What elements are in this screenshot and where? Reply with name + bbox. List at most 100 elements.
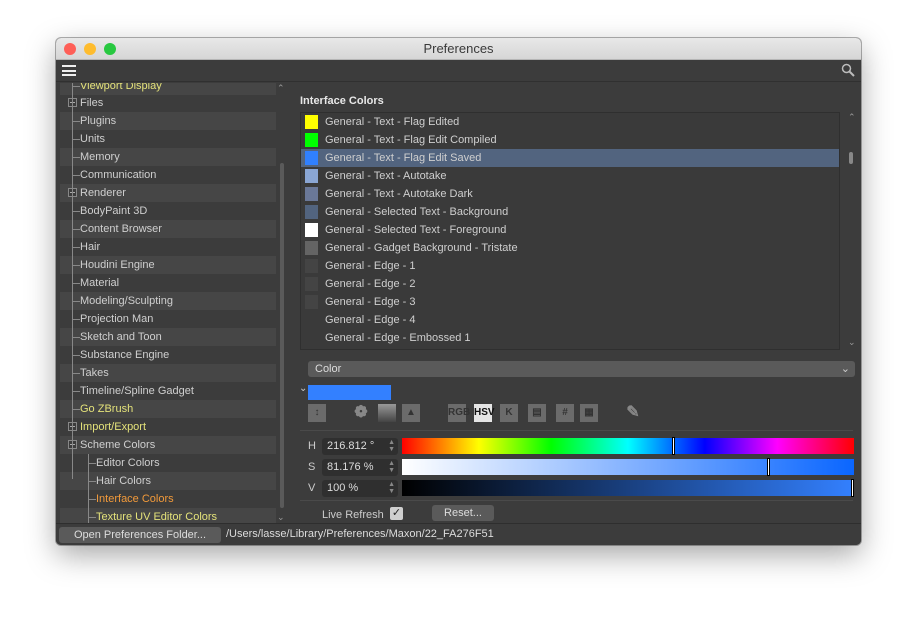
interface-colors-panel: Interface Colors General - Text - Flag E… — [296, 83, 861, 523]
color-preview[interactable] — [308, 385, 391, 400]
color-swatch — [305, 259, 318, 273]
open-preferences-folder-button[interactable]: Open Preferences Folder... — [59, 527, 221, 543]
mode-hex-button[interactable]: # — [556, 404, 574, 422]
tree-item-label: Renderer — [80, 187, 126, 199]
tree-item[interactable]: Hair — [60, 238, 276, 256]
tree-item-label: Plugins — [80, 115, 117, 127]
value-slider-handle[interactable] — [851, 479, 854, 497]
eyedropper-icon[interactable]: ✎ — [624, 404, 642, 422]
color-swatch — [305, 331, 318, 345]
search-icon[interactable] — [841, 63, 855, 77]
color-list-item[interactable] — [301, 347, 839, 349]
tree-item[interactable]: Memory — [60, 148, 276, 166]
tree-item[interactable]: Units — [60, 130, 276, 148]
color-swatch — [305, 151, 318, 165]
tree-item[interactable]: Import/Export — [60, 418, 276, 436]
tree-item[interactable]: Projection Man — [60, 310, 276, 328]
close-button[interactable] — [64, 43, 76, 55]
tree-item-label: Hair — [80, 241, 101, 253]
tree-item[interactable]: Texture UV Editor Colors — [60, 508, 276, 523]
color-list-item[interactable]: General - Text - Autotake — [301, 167, 839, 185]
tree-item-label: Houdini Engine — [80, 259, 155, 271]
tree-item[interactable]: Content Browser — [60, 220, 276, 238]
color-label: General - Text - Flag Edit Saved — [325, 152, 482, 164]
tree-item[interactable]: Renderer — [60, 184, 276, 202]
reset-button[interactable]: Reset... — [432, 505, 494, 521]
mode-k-button[interactable]: K — [500, 404, 518, 422]
color-list-item[interactable]: General - Text - Flag Edit Saved — [301, 149, 839, 167]
tree-item[interactable]: Go ZBrush — [60, 400, 276, 418]
minimize-button[interactable] — [84, 43, 96, 55]
tree-item-label: Import/Export — [80, 421, 147, 433]
color-mode-dropdown[interactable]: Color ⌄ — [308, 361, 855, 377]
mode-rgb-button[interactable]: RGB — [448, 404, 470, 422]
color-list-item[interactable]: General - Text - Flag Edited — [301, 113, 839, 131]
color-list-item[interactable]: General - Edge - 4 — [301, 311, 839, 329]
color-list-item[interactable]: General - Selected Text - Foreground — [301, 221, 839, 239]
picture-icon[interactable]: ▲ — [402, 404, 420, 422]
spectrum-icon[interactable] — [378, 404, 396, 422]
tree-item-label: Sketch and Toon — [80, 331, 162, 343]
color-swatch — [305, 295, 318, 309]
color-list-item[interactable]: General - Edge - 2 — [301, 275, 839, 293]
tree-item[interactable]: Modeling/Sculpting — [60, 292, 276, 310]
tree-scrollbar[interactable]: ⌃ ⌄ — [277, 83, 285, 522]
mixer-icon[interactable]: ▤ — [528, 404, 546, 422]
mode-hsv-button[interactable]: HSV — [474, 404, 495, 422]
color-label: General - Edge - 1 — [325, 260, 416, 272]
color-list-item[interactable]: General - Text - Autotake Dark — [301, 185, 839, 203]
tree-item[interactable]: Hair Colors — [60, 472, 276, 490]
tree-item-label: Modeling/Sculpting — [80, 295, 173, 307]
value-input[interactable]: 100 % ▲ ▼ — [322, 480, 398, 497]
hue-slider-handle[interactable] — [672, 437, 676, 455]
color-swatch — [305, 223, 318, 237]
hue-slider[interactable] — [402, 437, 854, 455]
color-label: General - Text - Flag Edited — [325, 116, 460, 128]
tree-item[interactable]: Communication — [60, 166, 276, 184]
tree-item-label: Content Browser — [80, 223, 162, 235]
tree-item[interactable]: Plugins — [60, 112, 276, 130]
color-list-item[interactable]: General - Selected Text - Background — [301, 203, 839, 221]
tree-item[interactable]: Material — [60, 274, 276, 292]
title-bar: Preferences — [56, 38, 861, 60]
tree-item-label: Timeline/Spline Gadget — [80, 385, 194, 397]
saturation-slider-handle[interactable] — [766, 458, 770, 476]
live-refresh-checkbox[interactable]: ✓ — [390, 507, 403, 520]
value-row: V 100 % ▲ ▼ — [296, 479, 861, 497]
swatches-icon[interactable]: ▦ — [580, 404, 598, 422]
tree-item[interactable]: Substance Engine — [60, 346, 276, 364]
collapse-chevron-icon[interactable]: ⌄ — [299, 383, 307, 394]
color-list-item[interactable]: General - Edge - 1 — [301, 257, 839, 275]
hamburger-menu-icon[interactable] — [62, 65, 76, 76]
color-list-item[interactable]: General - Gadget Background - Tristate — [301, 239, 839, 257]
color-wheel-icon[interactable]: ❁ — [352, 404, 370, 422]
tree-item[interactable]: Houdini Engine — [60, 256, 276, 274]
color-list-item[interactable]: General - Edge - Embossed 1 — [301, 329, 839, 347]
value-slider[interactable] — [402, 479, 854, 497]
zoom-button[interactable] — [104, 43, 116, 55]
color-label: General - Selected Text - Background — [325, 206, 509, 218]
tree-item[interactable]: Takes — [60, 364, 276, 382]
tree-item-label: Scheme Colors — [80, 439, 156, 451]
tree-item-label: Editor Colors — [96, 457, 160, 469]
hue-input[interactable]: 216.812 ° ▲ ▼ — [322, 438, 398, 455]
compact-icon[interactable]: ↕ — [308, 404, 326, 422]
live-refresh-label: Live Refresh — [322, 509, 384, 521]
tree-item[interactable]: Sketch and Toon — [60, 328, 276, 346]
tree-item[interactable]: Editor Colors — [60, 454, 276, 472]
saturation-input[interactable]: 81.176 % ▲ ▼ — [322, 459, 398, 476]
tree-item[interactable]: Timeline/Spline Gadget — [60, 382, 276, 400]
color-label: General - Gadget Background - Tristate — [325, 242, 518, 254]
color-swatch — [305, 187, 318, 201]
color-list-item[interactable]: General - Edge - 3 — [301, 293, 839, 311]
color-list-item[interactable]: General - Text - Flag Edit Compiled — [301, 131, 839, 149]
tree-item[interactable]: Files — [60, 94, 276, 112]
tree-item[interactable]: Interface Colors — [60, 490, 276, 508]
tree-item[interactable]: BodyPaint 3D — [60, 202, 276, 220]
tree-item-label: Units — [80, 133, 106, 145]
tree-item-label: Memory — [80, 151, 120, 163]
tree-item[interactable]: Scheme Colors — [60, 436, 276, 454]
saturation-slider[interactable] — [402, 458, 854, 476]
color-list-scrollbar[interactable]: ⌃ ⌄ — [846, 112, 858, 350]
tree-item-label: Material — [80, 277, 120, 289]
